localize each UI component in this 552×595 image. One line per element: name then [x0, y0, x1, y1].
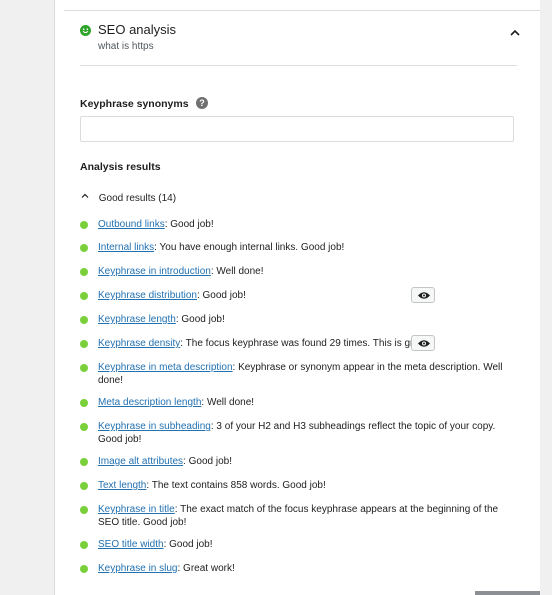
good-bullet-icon [80, 364, 88, 372]
good-results-toggle[interactable]: Good results (14) [80, 191, 176, 204]
good-bullet-icon [80, 340, 88, 348]
good-bullet-icon [80, 458, 88, 466]
good-bullet-icon [80, 316, 88, 324]
result-text: : Well done! [210, 266, 264, 277]
good-bullet-icon [80, 482, 88, 490]
good-bullet-icon [80, 423, 88, 431]
result-link[interactable]: Internal links [98, 242, 154, 253]
highlight-eye-button[interactable] [411, 287, 435, 303]
good-results-label: Good results (14) [98, 193, 177, 204]
chevron-up-icon[interactable] [508, 26, 522, 40]
divider [80, 65, 517, 66]
result-text: : Good job! [183, 456, 232, 467]
result-link[interactable]: Keyphrase density [98, 338, 180, 349]
result-text: : Great work! [177, 563, 235, 574]
keyphrase-synonyms-input[interactable] [80, 116, 514, 142]
result-text: : You have enough internal links. Good j… [154, 242, 345, 253]
good-bullet-icon [80, 541, 88, 549]
result-link[interactable]: Keyphrase distribution [98, 290, 197, 301]
result-link[interactable]: Keyphrase in meta description [98, 362, 233, 373]
analysis-results-heading: Analysis results [80, 161, 161, 173]
good-bullet-icon [80, 506, 88, 514]
result-text: : Well done! [201, 397, 255, 408]
smiley-icon [80, 25, 91, 36]
good-bullet-icon [80, 221, 88, 229]
result-link[interactable]: Meta description length [98, 397, 201, 408]
keyphrase-synonyms-label: Keyphrase synonyms [80, 98, 189, 110]
good-bullet-icon [80, 292, 88, 300]
result-text: : The focus keyphrase was found 29 times… [180, 338, 431, 349]
good-bullet-icon [80, 565, 88, 573]
result-link[interactable]: Text length [98, 480, 146, 491]
result-text: : Good job! [175, 314, 225, 325]
result-link[interactable]: Outbound links [98, 219, 165, 230]
help-question-icon[interactable]: ? [196, 97, 208, 109]
result-text: : The text contains 858 words. Good job! [146, 480, 326, 491]
good-bullet-icon [80, 399, 88, 407]
result-link[interactable]: Keyphrase in subheading [98, 421, 211, 432]
eye-icon [418, 340, 430, 347]
result-link[interactable]: SEO title width [98, 539, 164, 550]
highlight-eye-button[interactable] [411, 335, 435, 351]
scrollbar-thumb[interactable] [475, 591, 540, 595]
right-gutter [540, 0, 552, 595]
result-text: : Good job! [196, 290, 246, 301]
good-bullet-icon [80, 268, 88, 276]
result-text: : Good job! [164, 219, 214, 230]
eye-icon [418, 292, 430, 299]
good-bullet-icon [80, 244, 88, 252]
focus-keyphrase-subtitle: what is https [98, 41, 154, 52]
result-text: : Good job! [163, 539, 213, 550]
chevron-up-icon [81, 193, 89, 198]
result-link[interactable]: Keyphrase in introduction [98, 266, 211, 277]
result-link[interactable]: Keyphrase in slug [98, 563, 178, 574]
panel-top-border [64, 10, 540, 11]
result-link[interactable]: Keyphrase in title [98, 504, 175, 515]
seo-analysis-header[interactable]: SEO analysis what is https [80, 22, 520, 62]
result-link[interactable]: Keyphrase length [98, 314, 176, 325]
result-link[interactable]: Image alt attributes [98, 456, 183, 467]
seo-analysis-title: SEO analysis [98, 22, 177, 37]
